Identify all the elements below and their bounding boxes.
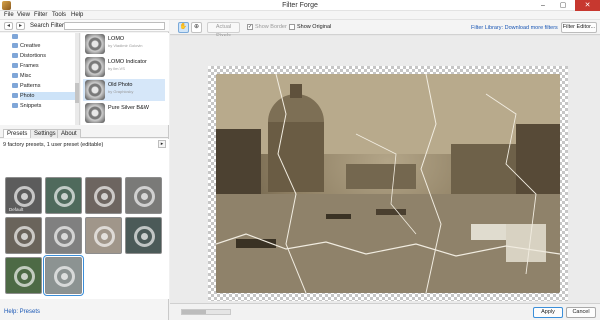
preview-panel: ✋ ⊕ Actual Pixels ✓ Show Border Show Ori… [170, 20, 600, 320]
show-border-checkbox[interactable]: ✓ [247, 24, 253, 30]
tab-presets[interactable]: Presets [3, 129, 32, 138]
folder-icon [12, 83, 18, 88]
filter-author: by Graphicsky [108, 89, 134, 94]
tree-item-label: Distortions [20, 53, 46, 59]
preview-image[interactable] [216, 74, 560, 293]
filter-item-lomo[interactable]: LOMO by Vladimir Golovin [83, 33, 165, 55]
help-presets-link[interactable]: Help: Presets [4, 309, 40, 315]
close-button[interactable]: ✕ [575, 0, 600, 11]
tree-item-effects[interactable] [12, 33, 75, 41]
folder-icon [12, 53, 18, 58]
left-panel: ◂ ▸ Search Filters: Creative Distortions… [0, 20, 169, 320]
preset-thumbnail[interactable] [45, 217, 82, 254]
menu-tools[interactable]: Tools [52, 12, 66, 18]
search-row: ◂ ▸ Search Filters: [0, 20, 169, 32]
panel-tabs: Presets Settings About [0, 128, 169, 138]
back-arrow-icon[interactable]: ◂ [4, 22, 13, 30]
tab-about[interactable]: About [57, 129, 81, 138]
filter-library-link[interactable]: Filter Library: Download more filters [471, 25, 558, 31]
tab-settings[interactable]: Settings [30, 129, 60, 138]
bottom-bar: Apply Cancel [170, 303, 600, 320]
menu-help[interactable]: Help [71, 12, 83, 18]
folder-icon [12, 73, 18, 78]
filter-author: by Vladimir Golovin [108, 43, 143, 48]
tree-item-label: Snippets [20, 103, 42, 109]
preset-thumbnail-selected[interactable] [43, 255, 84, 296]
filter-item-old-photo[interactable]: Old Photo by Graphicsky [83, 79, 165, 101]
filter-item-pure-silver[interactable]: Pure Silver B&W [83, 102, 165, 124]
forward-arrow-icon[interactable]: ▸ [16, 22, 25, 30]
filter-name: Pure Silver B&W [108, 105, 149, 111]
category-tree: Creative Distortions Frames Misc Pattern… [0, 33, 80, 125]
window-title: Filter Forge [282, 2, 318, 9]
menu-view[interactable]: View [17, 12, 30, 18]
tree-scrollbar[interactable] [75, 33, 79, 125]
filter-name: LOMO Indicator [108, 59, 147, 65]
filter-thumbnail [85, 57, 105, 77]
apply-button[interactable]: Apply [533, 307, 563, 318]
filter-item-lomo-indicator[interactable]: LOMO Indicator by ilm.VS [83, 56, 165, 78]
preset-thumbnail[interactable] [5, 217, 42, 254]
presets-panel: 9 factory presets, 1 user preset (editab… [0, 139, 169, 299]
preset-label: Default [9, 207, 24, 212]
tree-item-photo[interactable]: Photo [12, 92, 75, 100]
filter-name: Old Photo [108, 82, 133, 88]
cancel-button[interactable]: Cancel [566, 307, 596, 318]
show-original-label: Show Original [297, 24, 332, 30]
folder-icon [12, 43, 18, 48]
filter-thumbnail [85, 103, 105, 123]
filter-editor-button[interactable]: Filter Editor... [561, 22, 597, 33]
preset-thumbnail[interactable] [85, 217, 122, 254]
tree-item-patterns[interactable]: Patterns [12, 82, 75, 90]
show-border-label: Show Border [255, 24, 287, 30]
progress-bar [181, 309, 231, 315]
filter-thumbnail [85, 80, 105, 100]
tree-item-distortions[interactable]: Distortions [12, 52, 75, 60]
search-label: Search Filters: [30, 23, 69, 29]
tree-item-label: Photo [20, 93, 35, 99]
show-original-checkbox[interactable] [289, 24, 295, 30]
search-input[interactable] [64, 22, 165, 30]
minimize-button[interactable]: – [535, 0, 551, 11]
tree-item-frames[interactable]: Frames [12, 62, 75, 70]
photo-scene [216, 74, 560, 293]
tree-item-label: Patterns [20, 83, 41, 89]
menu-bar: File View Filter Tools Help [0, 11, 600, 20]
progress-fill [182, 310, 206, 314]
tree-item-misc[interactable]: Misc [12, 72, 75, 80]
tree-item-label: Creative [20, 43, 41, 49]
actual-pixels-button[interactable]: Actual Pixels [207, 22, 240, 39]
scrollbar-thumb[interactable] [75, 83, 79, 103]
folder-icon [12, 34, 18, 39]
zoom-tool-icon[interactable]: ⊕ [191, 22, 202, 33]
maximize-button[interactable]: ▢ [555, 0, 571, 11]
menu-file[interactable]: File [4, 12, 14, 18]
filter-name: LOMO [108, 36, 125, 42]
preset-thumbnail[interactable] [125, 177, 162, 214]
preset-thumbnail[interactable]: Default [5, 177, 42, 214]
preset-thumbnail[interactable] [5, 257, 42, 294]
folder-icon [12, 103, 18, 108]
hand-tool-icon[interactable]: ✋ [178, 22, 189, 33]
preset-thumbnail[interactable] [85, 177, 122, 214]
menu-filter[interactable]: Filter [34, 12, 47, 18]
tree-item-snippets[interactable]: Snippets [12, 102, 75, 110]
filter-author: by ilm.VS [108, 66, 125, 71]
presets-menu-button[interactable]: ▸ [158, 140, 166, 148]
filter-thumbnail [85, 34, 105, 54]
tree-item-label: Frames [20, 63, 39, 69]
tree-item-label: Misc [20, 73, 32, 79]
title-bar: Filter Forge – ▢ ✕ [0, 0, 600, 11]
filter-list: LOMO by Vladimir Golovin LOMO Indicator … [81, 33, 169, 125]
preset-thumbnail[interactable] [125, 217, 162, 254]
tree-item-creative[interactable]: Creative [12, 42, 75, 50]
folder-icon [12, 63, 18, 68]
preset-thumbnail[interactable] [45, 177, 82, 214]
preview-toolbar: ✋ ⊕ Actual Pixels ✓ Show Border Show Ori… [170, 20, 600, 39]
presets-info: 9 factory presets, 1 user preset (editab… [3, 142, 104, 148]
folder-icon [12, 93, 18, 98]
